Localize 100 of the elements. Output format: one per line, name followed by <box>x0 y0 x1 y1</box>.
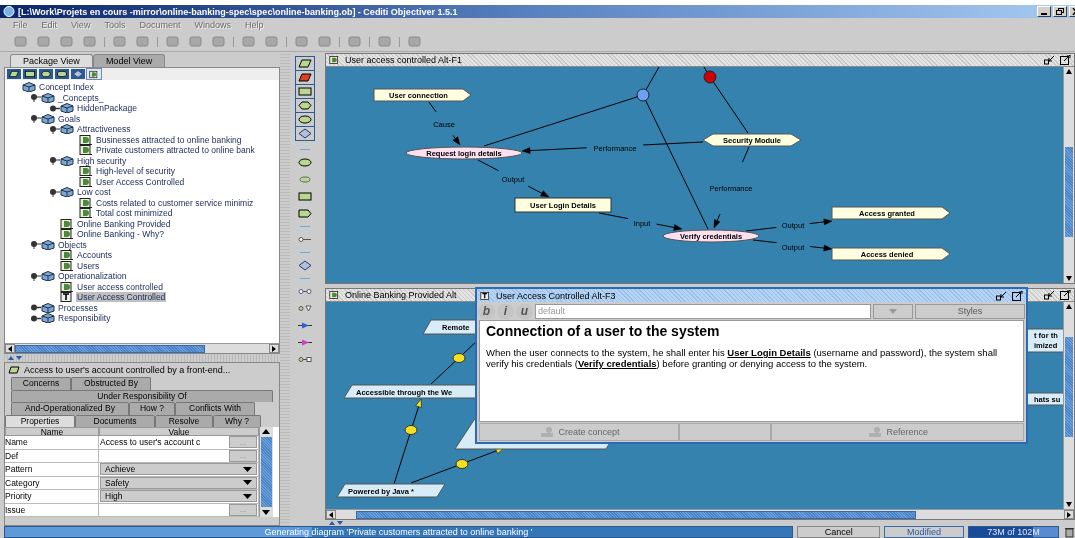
modified-indicator: Modified <box>884 526 964 538</box>
tree-item[interactable]: Total cost minimized <box>95 208 174 219</box>
property-value[interactable]: Access to user's account c <box>100 437 201 448</box>
maximize-window-icon[interactable] <box>1060 55 1071 65</box>
window-title: [L:\Work\Projets en cours -mirror\online-banking-spec\spec\online-banking.ob] - Cediti Objectiver 1.5.1 <box>18 6 459 17</box>
tree-item[interactable]: _Concepts_ <box>57 92 105 103</box>
ellipse-tool-icon[interactable] <box>296 156 314 169</box>
document-icon <box>79 166 93 177</box>
collapsed-toggle-icon[interactable] <box>48 103 60 113</box>
memory-text: 73M of 102M <box>987 527 1040 537</box>
tree-item[interactable]: High security <box>76 155 128 166</box>
tab[interactable]: Under Responsibility Of <box>11 389 273 402</box>
concept-link[interactable]: User Login Details <box>727 347 811 358</box>
maximize-window-icon[interactable] <box>1060 289 1071 300</box>
expanded-toggle-icon[interactable] <box>29 271 41 281</box>
tree-item[interactable]: Private customers attracted to online bank <box>95 145 256 156</box>
tree-item[interactable]: Accounts <box>76 250 113 261</box>
diamond-filter-icon[interactable] <box>71 69 85 79</box>
tree-item[interactable]: Users <box>76 260 101 271</box>
rect-tool-icon[interactable] <box>296 85 314 98</box>
expanded-toggle-icon[interactable] <box>48 124 60 134</box>
scrollbar[interactable] <box>1063 67 1074 283</box>
dropdown[interactable]: Achieve <box>100 463 257 476</box>
tree-item[interactable]: Attractiveness <box>76 124 132 135</box>
minimize-window-icon[interactable] <box>1044 289 1055 300</box>
tree-item[interactable]: Operationalization <box>57 271 128 282</box>
tree-item[interactable]: Costs related to customer service minimiz <box>95 197 255 208</box>
tab[interactable]: Model View <box>92 54 166 67</box>
restore-button[interactable] <box>1053 6 1067 17</box>
document-filter-icon[interactable] <box>87 69 101 79</box>
tab[interactable]: Concerns <box>11 377 71 390</box>
splitter-arrows-icon[interactable] <box>329 520 345 526</box>
parallelogram-tool-icon[interactable] <box>296 57 314 70</box>
collapsed-toggle-icon[interactable] <box>29 303 41 313</box>
maximize-window-icon[interactable] <box>1012 290 1023 301</box>
parallelogram-icon <box>8 366 20 374</box>
tree-item[interactable]: User Access Controlled <box>95 176 186 187</box>
arrow <box>428 101 461 146</box>
column-header: Name <box>5 427 99 436</box>
flag-tool-icon[interactable] <box>296 207 314 220</box>
tree-item[interactable]: Online Banking Provided <box>76 218 172 229</box>
property-name: Category <box>5 476 99 490</box>
tree-item[interactable]: User Access Controlled <box>76 292 167 303</box>
tree-item[interactable]: Responsibility <box>57 313 112 324</box>
tab[interactable]: How ? <box>129 402 175 415</box>
expanded-toggle-icon[interactable] <box>29 114 41 124</box>
parallelogram-tool-icon[interactable] <box>296 71 314 84</box>
ellipse-filter-icon[interactable] <box>55 69 69 79</box>
scrollbar[interactable] <box>5 343 279 353</box>
ellipse-tool-icon[interactable] <box>296 113 314 126</box>
format-button[interactable]: u <box>516 303 533 319</box>
tree-item[interactable]: Businesses attracted to online banking <box>95 134 243 145</box>
expanded-toggle-icon[interactable] <box>29 240 41 250</box>
format-button[interactable]: b <box>478 303 495 319</box>
splitter-arrows-icon[interactable] <box>8 355 24 361</box>
tree-item[interactable]: User access controlled <box>76 281 164 292</box>
scroll-right-icon[interactable] <box>1066 511 1072 518</box>
parallelogram-filter-icon[interactable] <box>7 69 21 79</box>
cancel-button[interactable]: Cancel <box>797 526 881 538</box>
scrollbar[interactable] <box>326 509 1074 519</box>
hexagon-filter-icon[interactable] <box>39 69 53 79</box>
format-button[interactable]: i <box>497 303 514 319</box>
tab[interactable]: Package View <box>10 54 93 67</box>
window-title: User Access Controlled Alt-F3 <box>496 290 616 301</box>
expanded-toggle-icon[interactable] <box>48 156 60 166</box>
tree-item[interactable]: HiddenPackage <box>76 103 138 114</box>
tree-item[interactable]: High-level of security <box>95 166 176 177</box>
minimize-button[interactable] <box>1037 6 1051 17</box>
document-icon <box>60 218 74 229</box>
scroll-right-icon[interactable] <box>271 345 277 352</box>
concept-title: Access to user's account controlled by a front-end... <box>24 365 231 375</box>
expanded-toggle-icon[interactable] <box>29 93 41 103</box>
tree-item[interactable]: Concept Index <box>38 82 95 93</box>
hexagon-tool-icon[interactable] <box>296 99 314 112</box>
diamond-tool-icon[interactable] <box>296 259 314 272</box>
tree-item[interactable]: Low cost <box>76 187 112 198</box>
styles-button[interactable]: Styles <box>915 303 1025 319</box>
rect-tool-icon[interactable] <box>296 190 314 203</box>
tree-item[interactable]: Goals <box>57 113 82 124</box>
package-icon <box>22 82 36 93</box>
scrollbar[interactable] <box>259 427 273 517</box>
dropdown[interactable]: High <box>100 490 257 503</box>
tree-item[interactable]: Processes <box>57 302 99 313</box>
minimize-window-icon[interactable] <box>996 290 1007 301</box>
scroll-left-icon[interactable] <box>328 511 334 518</box>
diamond-tool-icon[interactable] <box>296 127 314 140</box>
tree-item[interactable]: Online Banking - Why? <box>76 229 165 240</box>
rect-filter-icon[interactable] <box>23 69 37 79</box>
scrollbar[interactable] <box>1063 301 1074 509</box>
minimize-window-icon[interactable] <box>1044 55 1055 65</box>
tab[interactable]: Obstructed By <box>71 377 151 390</box>
scroll-left-icon[interactable] <box>7 345 13 352</box>
document-icon <box>79 197 93 208</box>
tab[interactable]: And-Operationalized By <box>11 402 129 415</box>
tab[interactable]: Conflicts With <box>175 402 255 415</box>
tree-item[interactable]: Objects <box>57 239 88 250</box>
scroll-down-icon[interactable] <box>1064 273 1074 283</box>
collapsed-toggle-icon[interactable] <box>29 313 41 323</box>
expanded-toggle-icon[interactable] <box>48 187 60 197</box>
trash-icon[interactable] <box>1063 526 1075 538</box>
